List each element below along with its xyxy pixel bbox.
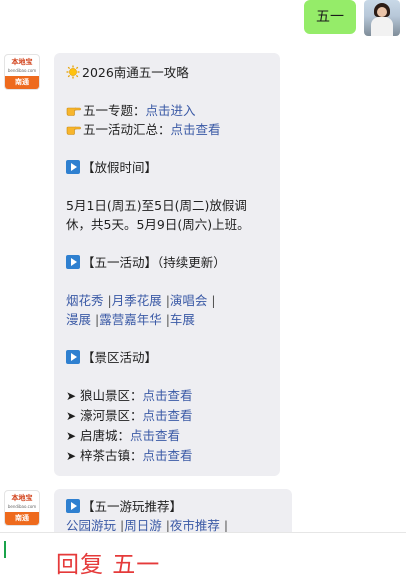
bot-logo-url: bendibao.com	[7, 68, 37, 73]
user-message-bubble[interactable]: 五一	[304, 0, 356, 34]
recommend-links-row: 公园游玩 |周日游 |夜市推荐 |	[66, 516, 280, 532]
bot-avatar[interactable]: 本地宝 bendibao.com 南通	[4, 54, 40, 90]
activity-links-row: 烟花秀 |月季花展 |演唱会 |	[66, 291, 268, 310]
separator: |	[207, 293, 216, 308]
separator: |	[91, 312, 100, 327]
topic-label: 五一专题：	[83, 103, 146, 118]
arrow-icon: ➤	[66, 449, 77, 463]
summary-line: 五一活动汇总：点击查看	[66, 120, 268, 139]
bot-logo-city: 南通	[5, 76, 39, 89]
scenic-heading-line: 【景区活动】	[66, 348, 268, 367]
summary-link[interactable]: 点击查看	[171, 122, 221, 137]
scenic-item: ➤ 梓茶古镇：点击查看	[66, 446, 268, 466]
holiday-heading: 【放假时间】	[82, 160, 158, 175]
arrow-icon: ➤	[66, 429, 77, 443]
pointing-hand-icon	[66, 126, 81, 135]
activity-links-row: 漫展 |露营嘉年华 |车展	[66, 310, 268, 329]
play-icon	[66, 255, 80, 269]
scenic-name: 梓茶古镇：	[80, 448, 143, 463]
recommend-link-night-market[interactable]: 夜市推荐	[170, 518, 220, 532]
activity-link-rose-show[interactable]: 月季花展	[112, 293, 162, 308]
separator: |	[219, 518, 229, 532]
activities-heading-line: 【五一活动】（持续更新）	[66, 253, 268, 272]
bot-message-bubble: 2026南通五一攻略 五一专题：点击进入 五一活动汇总：点击查看 【放假时间】 …	[54, 53, 280, 476]
chat-area: 五一 本地宝 bendibao.com 南通 2026南通五一攻略 五一专题：点…	[0, 0, 406, 532]
recommend-heading-line: 【五一游玩推荐】	[66, 497, 280, 516]
bot-logo-text: 本地宝	[11, 494, 33, 502]
scenic-name: 启唐城：	[80, 428, 131, 443]
separator: |	[161, 312, 170, 327]
topic-line: 五一专题：点击进入	[66, 101, 268, 120]
recommend-link-day-trip[interactable]: 周日游	[124, 518, 162, 532]
avatar-face	[377, 7, 387, 17]
text-cursor	[4, 541, 6, 558]
bot-message-bubble: 【五一游玩推荐】 公园游玩 |周日游 |夜市推荐 |	[54, 489, 292, 532]
scenic-link[interactable]: 点击查看	[143, 448, 193, 463]
arrow-icon: ➤	[66, 409, 77, 423]
scenic-name: 狼山景区：	[80, 388, 143, 403]
recommend-link-parks[interactable]: 公园游玩	[66, 518, 116, 532]
bot-logo-city: 南通	[5, 512, 39, 525]
play-icon	[66, 499, 80, 513]
activities-heading: 【五一活动】（持续更新）	[82, 255, 226, 270]
separator: |	[103, 293, 112, 308]
message-title: 2026南通五一攻略	[82, 65, 189, 80]
activity-link-camping[interactable]: 露营嘉年华	[99, 312, 162, 327]
pointing-hand-icon	[66, 107, 81, 116]
scenic-item: ➤ 启唐城：点击查看	[66, 426, 268, 446]
bot-logo-text: 本地宝	[11, 58, 33, 66]
scenic-item: ➤ 濠河景区：点击查看	[66, 406, 268, 426]
sun-icon	[66, 65, 80, 79]
message-title-line: 2026南通五一攻略	[66, 63, 268, 82]
separator: |	[161, 518, 170, 532]
scenic-item: ➤ 狼山景区：点击查看	[66, 386, 268, 406]
scenic-link[interactable]: 点击查看	[143, 388, 193, 403]
arrow-icon: ➤	[66, 389, 77, 403]
avatar-body	[371, 17, 393, 36]
activity-link-car-show[interactable]: 车展	[170, 312, 195, 327]
scenic-name: 濠河景区：	[80, 408, 143, 423]
user-message-row: 五一	[304, 0, 400, 36]
activity-link-comic-expo[interactable]: 漫展	[66, 312, 91, 327]
play-icon	[66, 160, 80, 174]
recommend-heading: 【五一游玩推荐】	[82, 499, 183, 514]
play-icon	[66, 350, 80, 364]
message-input-area[interactable]: 回复 五一	[0, 532, 406, 580]
activity-link-concert[interactable]: 演唱会	[170, 293, 208, 308]
bot-logo-url: bendibao.com	[7, 504, 37, 509]
topic-link[interactable]: 点击进入	[146, 103, 196, 118]
activity-link-fireworks[interactable]: 烟花秀	[66, 293, 104, 308]
holiday-heading-line: 【放假时间】	[66, 158, 268, 177]
scenic-link[interactable]: 点击查看	[130, 428, 180, 443]
scenic-heading: 【景区活动】	[82, 350, 158, 365]
input-text[interactable]: 回复 五一	[56, 545, 160, 579]
separator: |	[161, 293, 170, 308]
separator: |	[116, 518, 125, 532]
bot-avatar[interactable]: 本地宝 bendibao.com 南通	[4, 490, 40, 526]
scenic-link[interactable]: 点击查看	[143, 408, 193, 423]
summary-label: 五一活动汇总：	[83, 122, 171, 137]
user-avatar[interactable]	[364, 0, 400, 36]
holiday-text: 5月1日(周五)至5日(周二)放假调休，共5天。5月9日(周六)上班。	[66, 198, 250, 232]
